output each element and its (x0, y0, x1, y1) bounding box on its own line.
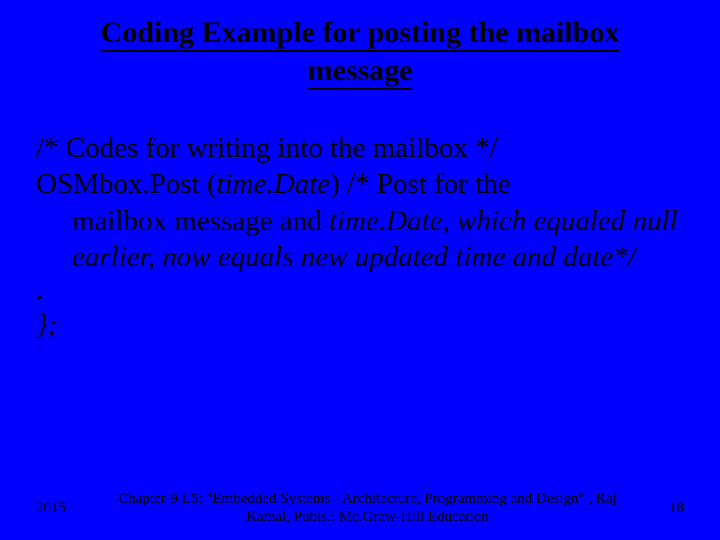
code-indent: mailbox message and time.Date, which equ… (36, 203, 684, 276)
code-indent-a: mailbox message and (72, 205, 329, 237)
title-line-2: message (308, 54, 413, 90)
code-text: OSMbox.Post ( (36, 168, 217, 200)
slide: Coding Example for posting the mailbox m… (0, 0, 720, 540)
code-close: }; (36, 307, 684, 343)
code-text-2: ) /* Post for the (330, 168, 510, 200)
slide-body: /* Codes for writing into the mailbox */… (36, 130, 684, 343)
code-line: OSMbox.Post (time.Date) /* Post for the … (36, 166, 684, 275)
title-line-1: Coding Example for posting the mailbox (101, 16, 620, 52)
code-arg: time.Date (217, 168, 331, 200)
code-comment-line: /* Codes for writing into the mailbox */ (36, 130, 684, 166)
code-dot: . (36, 275, 684, 307)
footer-year: 2015 (36, 500, 66, 517)
footer-citation: Chapter-9 L5: "Embedded Systems - Archit… (66, 490, 669, 526)
slide-title: Coding Example for posting the mailbox m… (0, 14, 720, 89)
footer-page-number: 18 (669, 500, 684, 517)
slide-footer: 2015 Chapter-9 L5: "Embedded Systems - A… (0, 490, 720, 526)
